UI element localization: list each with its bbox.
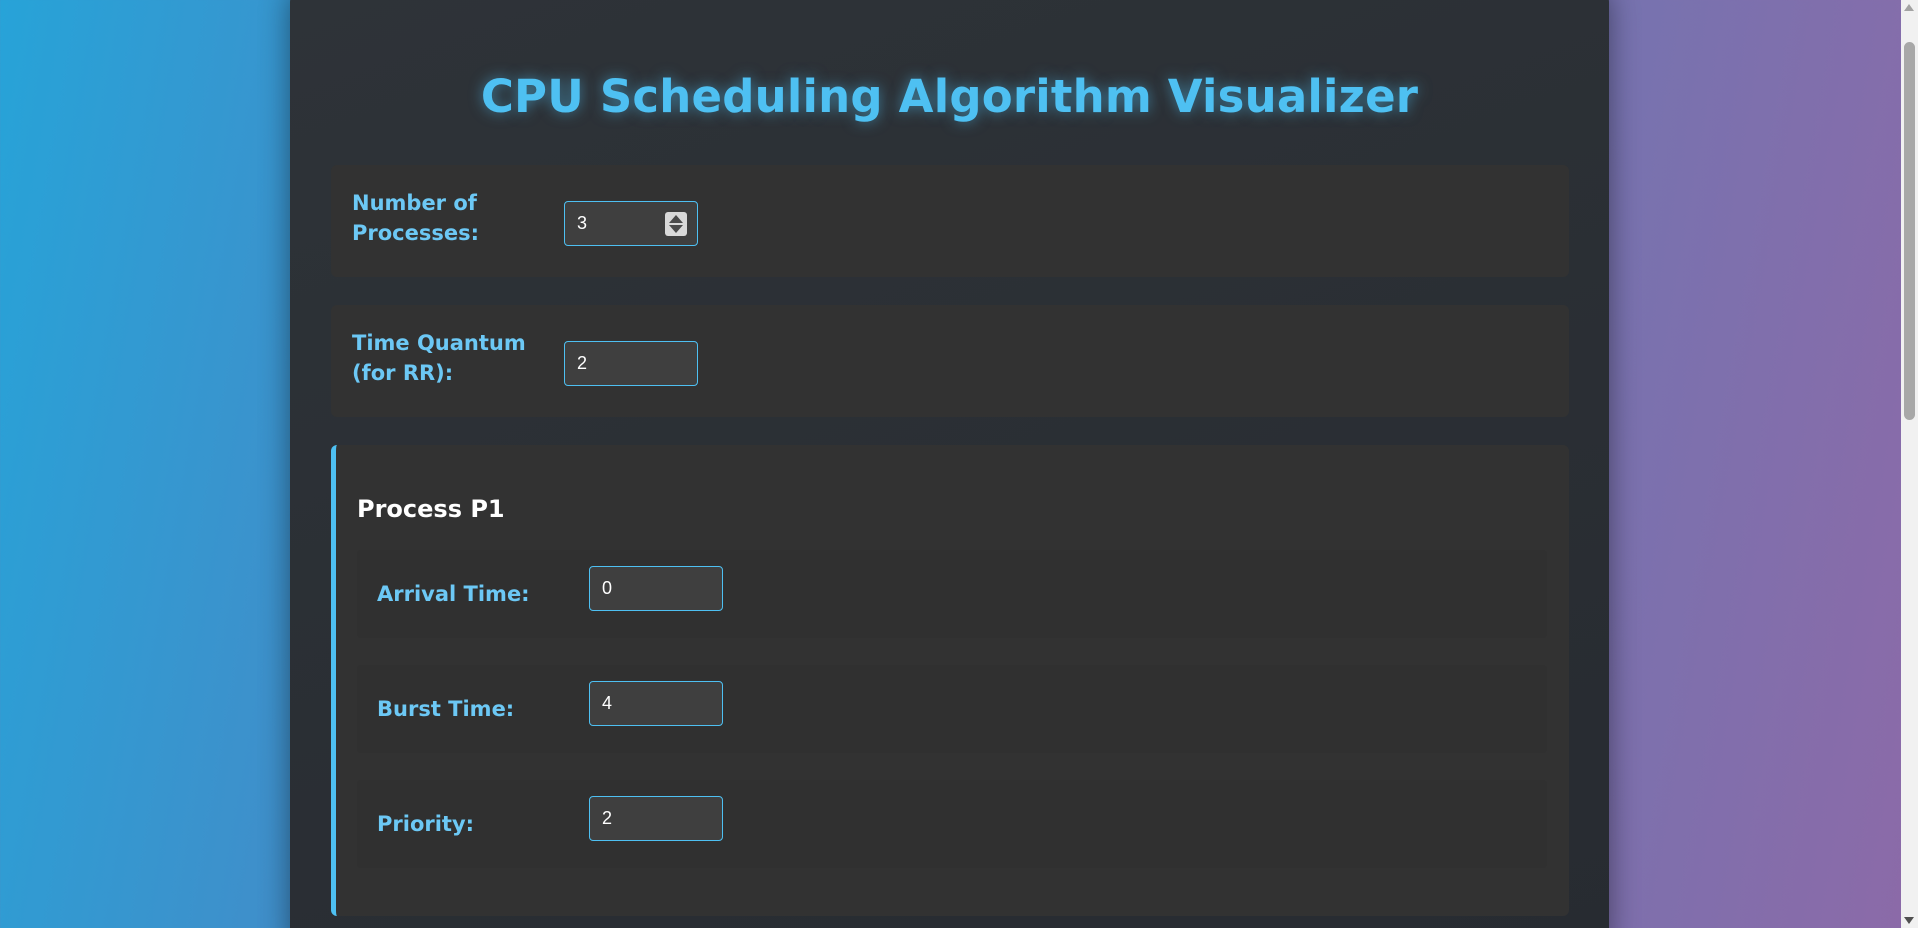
num-processes-group: Number of Processes: 3 [331, 165, 1569, 277]
burst-time-input[interactable]: 4 [589, 681, 723, 726]
priority-input[interactable]: 2 [589, 796, 723, 841]
arrival-time-value: 0 [602, 578, 613, 598]
arrival-time-label: Arrival Time: [377, 582, 530, 606]
process-title: Process P1 [357, 495, 505, 523]
burst-time-row: Burst Time: 4 [357, 665, 1547, 753]
priority-label: Priority: [377, 812, 475, 836]
number-spinner[interactable] [665, 212, 687, 236]
process-card-p1: Process P1 Arrival Time: 0 Burst Time: 4… [331, 445, 1569, 916]
scrollbar-thumb[interactable] [1904, 42, 1915, 420]
arrival-time-row: Arrival Time: 0 [357, 550, 1547, 638]
scroll-down-icon[interactable] [1904, 917, 1914, 924]
main-container: CPU Scheduling Algorithm Visualizer Numb… [290, 0, 1609, 928]
time-quantum-value: 2 [577, 353, 588, 373]
time-quantum-group: Time Quantum (for RR): 2 [331, 305, 1569, 417]
page-title: CPU Scheduling Algorithm Visualizer [480, 70, 1419, 123]
num-processes-input[interactable]: 3 [564, 201, 698, 246]
spinner-up-icon[interactable] [669, 215, 683, 223]
spinner-down-icon[interactable] [669, 225, 683, 233]
priority-value: 2 [602, 808, 613, 828]
scroll-up-icon[interactable] [1904, 4, 1914, 11]
num-processes-label: Number of Processes: [352, 191, 480, 245]
num-processes-value: 3 [577, 213, 588, 233]
time-quantum-label: Time Quantum (for RR): [352, 331, 526, 385]
priority-row: Priority: 2 [357, 780, 1547, 868]
burst-time-label: Burst Time: [377, 697, 515, 721]
arrival-time-input[interactable]: 0 [589, 566, 723, 611]
vertical-scrollbar[interactable] [1901, 0, 1918, 928]
time-quantum-input[interactable]: 2 [564, 341, 698, 386]
burst-time-value: 4 [602, 693, 613, 713]
